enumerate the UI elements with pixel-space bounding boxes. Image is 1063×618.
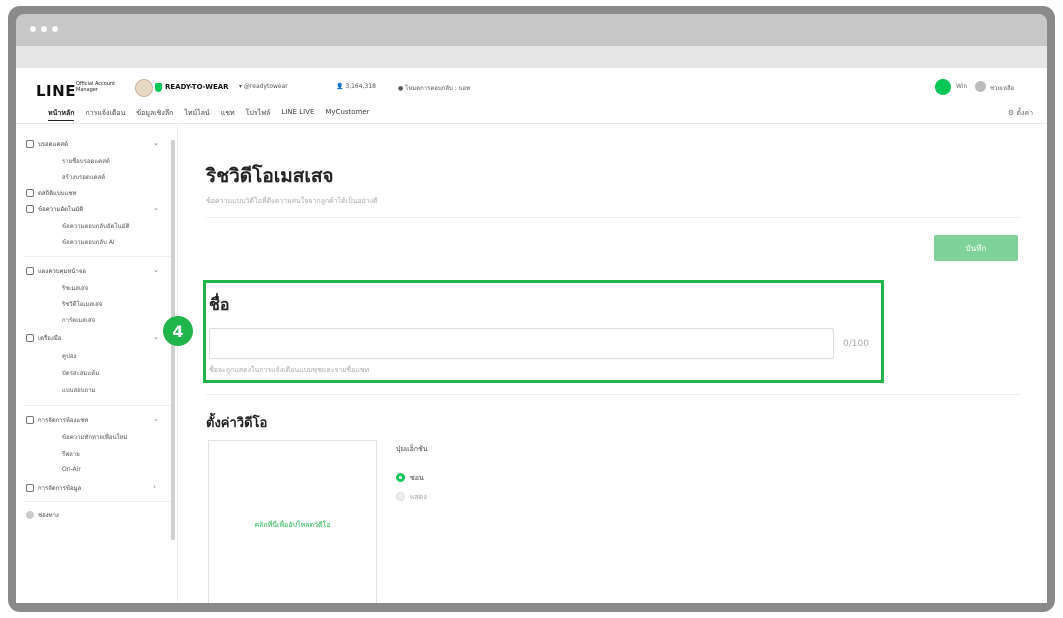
radio-show-label[interactable]: แสดง (410, 492, 427, 503)
sidebar: บรอดแคสต์ ⌄ รายชื่อบรอดแคสต์ สร้างบรอดแค… (16, 125, 178, 603)
sidebar-section-label: ข้อความอัตโนมัติ (38, 206, 84, 213)
help-link[interactable]: ช่วยเหลือ (990, 83, 1014, 93)
chevron-down-icon: ⌄ (153, 333, 159, 341)
sidebar-section-tools[interactable]: เครื่องมือ ⌄ (26, 333, 159, 343)
app-window: LINE Official Account Manager READY-TO-W… (16, 68, 1047, 603)
browser-titlebar (16, 14, 1047, 46)
chat-bubble-icon (26, 205, 34, 213)
chevron-down-icon: ⌄ (153, 204, 159, 212)
sidebar-item-card-message[interactable]: การ์ดเมสเสจ (62, 315, 95, 325)
account-name[interactable]: READY-TO-WEAR (165, 83, 229, 91)
sidebar-item-greeting-message[interactable]: ข้อความทักทายเพื่อนใหม่ (62, 432, 127, 442)
sidebar-section-label: แผงควบคุมหน้าจอ (38, 268, 87, 275)
window-dot-icon[interactable] (41, 26, 47, 32)
sidebar-item-reward-card[interactable]: บัตรสะสมแต้ม (62, 368, 99, 378)
sidebar-section-label: ช่องทาง (38, 512, 59, 519)
window-dot-icon[interactable] (30, 26, 36, 32)
name-char-counter: 0/100 (843, 339, 869, 349)
page-title: ริชวิดีโอเมสเสจ (206, 165, 334, 187)
window-dot-icon[interactable] (52, 26, 58, 32)
chevron-right-icon: › (153, 483, 156, 491)
step-badge: 4 (163, 316, 193, 346)
tab-line-live[interactable]: LINE LIVE (281, 108, 314, 121)
stats-icon (26, 189, 34, 197)
channel-icon (26, 511, 34, 519)
browser-toolbar (16, 46, 1047, 68)
sidebar-item-coupon[interactable]: คูปอง (62, 351, 76, 361)
sidebar-section-broadcast[interactable]: บรอดแคสต์ ⌄ (26, 139, 159, 149)
video-upload-area[interactable]: คลิกที่นี่เพื่ออัปโหลดวิดีโอ (208, 440, 377, 603)
sidebar-item-ai-reply[interactable]: ข้อความตอบกลับ AI (62, 237, 115, 247)
tab-profile[interactable]: โปรไฟล์ (246, 108, 271, 121)
user-name[interactable]: Win (956, 83, 967, 90)
name-help-text: ชื่อจะถูกแสดงในการแจ้งเตือนแบบพุชและรายช… (209, 366, 370, 374)
sidebar-item-on-air[interactable]: On-Air (62, 466, 81, 473)
window-controls (30, 26, 58, 32)
sidebar-section-data-management[interactable]: การจัดการข้อมูล › (26, 483, 156, 493)
help-icon[interactable] (975, 81, 986, 92)
chevron-down-icon: ⌄ (153, 415, 159, 423)
sidebar-section-chat-management[interactable]: การจัดการห้องแชท ⌄ (26, 415, 159, 425)
sidebar-item-rich-message[interactable]: ริชเมสเสจ (62, 283, 88, 293)
broadcast-icon (26, 140, 34, 148)
tab-chat[interactable]: แชท (221, 108, 235, 121)
page-description: ข้อความแบบวิดีโอที่ดึงความสนใจจากลูกค้าไ… (206, 197, 378, 205)
sidebar-section-auto-message[interactable]: ข้อความอัตโนมัติ ⌄ (26, 204, 159, 214)
settings-link[interactable]: ⚙ ตั้งค่า (1008, 108, 1033, 119)
account-avatar[interactable] (135, 79, 153, 97)
sidebar-item-survey[interactable]: แบบสอบถาม (62, 385, 96, 395)
database-icon (26, 484, 34, 492)
save-button[interactable]: บันทึก (934, 235, 1018, 261)
follower-count: 👤 3,164,318 (336, 83, 376, 90)
divider (206, 217, 1021, 218)
radio-show[interactable] (396, 492, 405, 501)
radio-hide[interactable] (396, 473, 405, 482)
tools-icon (26, 334, 34, 342)
response-mode[interactable]: ● โหมดการตอบกลับ : บอท (398, 83, 470, 93)
sidebar-section-channels[interactable]: ช่องทาง (26, 510, 59, 520)
line-logo[interactable]: LINE (36, 82, 76, 100)
divider (206, 394, 1021, 395)
name-input[interactable] (209, 328, 834, 359)
tab-mycustomer[interactable]: MyCustomer (325, 108, 369, 121)
sidebar-item-auto-reply[interactable]: ข้อความตอบกลับอัตโนมัติ (62, 221, 130, 231)
sidebar-section-chat-stats[interactable]: ดสถิติแบบแชท (26, 188, 76, 198)
sidebar-divider (24, 501, 172, 502)
sidebar-section-label: เครื่องมือ (38, 335, 62, 342)
sidebar-item-reply[interactable]: รีพลาย (62, 449, 80, 459)
panel-icon (26, 267, 34, 275)
main-nav: หน้าหลัก การแจ้งเตือน ข้อมูลเชิงลึก ไทม์… (48, 108, 370, 121)
account-id-dropdown[interactable]: ▾ @readytowear (239, 83, 288, 90)
video-settings-title: ตั้งค่าวิดีโอ (206, 416, 268, 431)
chevron-down-icon: ⌄ (153, 266, 159, 274)
tab-notifications[interactable]: การแจ้งเตือน (85, 108, 125, 121)
app-header: LINE Official Account Manager READY-TO-W… (16, 68, 1047, 124)
chevron-down-icon: ⌄ (153, 139, 159, 147)
sidebar-section-label: การจัดการข้อมูล (38, 485, 82, 492)
tab-home[interactable]: หน้าหลัก (48, 108, 75, 121)
sidebar-section-label: ดสถิติแบบแชท (38, 190, 77, 197)
logo-subtitle: Official Account Manager (76, 81, 116, 93)
sidebar-section-label: บรอดแคสต์ (38, 141, 68, 148)
radio-hide-label[interactable]: ซ่อน (410, 473, 424, 484)
action-button-label: ปุ่มแอ็กชัน (396, 445, 428, 453)
user-avatar[interactable] (935, 79, 951, 95)
sidebar-section-rich-content[interactable]: แผงควบคุมหน้าจอ ⌄ (26, 266, 159, 276)
verified-shield-icon (155, 83, 162, 92)
sidebar-section-label: การจัดการห้องแชท (38, 417, 89, 424)
tab-insights[interactable]: ข้อมูลเชิงลึก (136, 108, 173, 121)
sidebar-item-broadcast-list[interactable]: รายชื่อบรอดแคสต์ (62, 156, 110, 166)
sidebar-divider (24, 405, 172, 406)
sidebar-item-rich-video-message[interactable]: ริชวิดีโอเมสเสจ (62, 299, 102, 309)
sidebar-item-create-broadcast[interactable]: สร้างบรอดแคสต์ (62, 172, 105, 182)
upload-video-link[interactable]: คลิกที่นี่เพื่ออัปโหลดวิดีโอ (254, 520, 330, 531)
tab-timeline[interactable]: ไทม์ไลน์ (184, 108, 209, 121)
name-field-label: ชื่อ (209, 295, 230, 314)
sidebar-divider (24, 256, 172, 257)
chat-room-icon (26, 416, 34, 424)
